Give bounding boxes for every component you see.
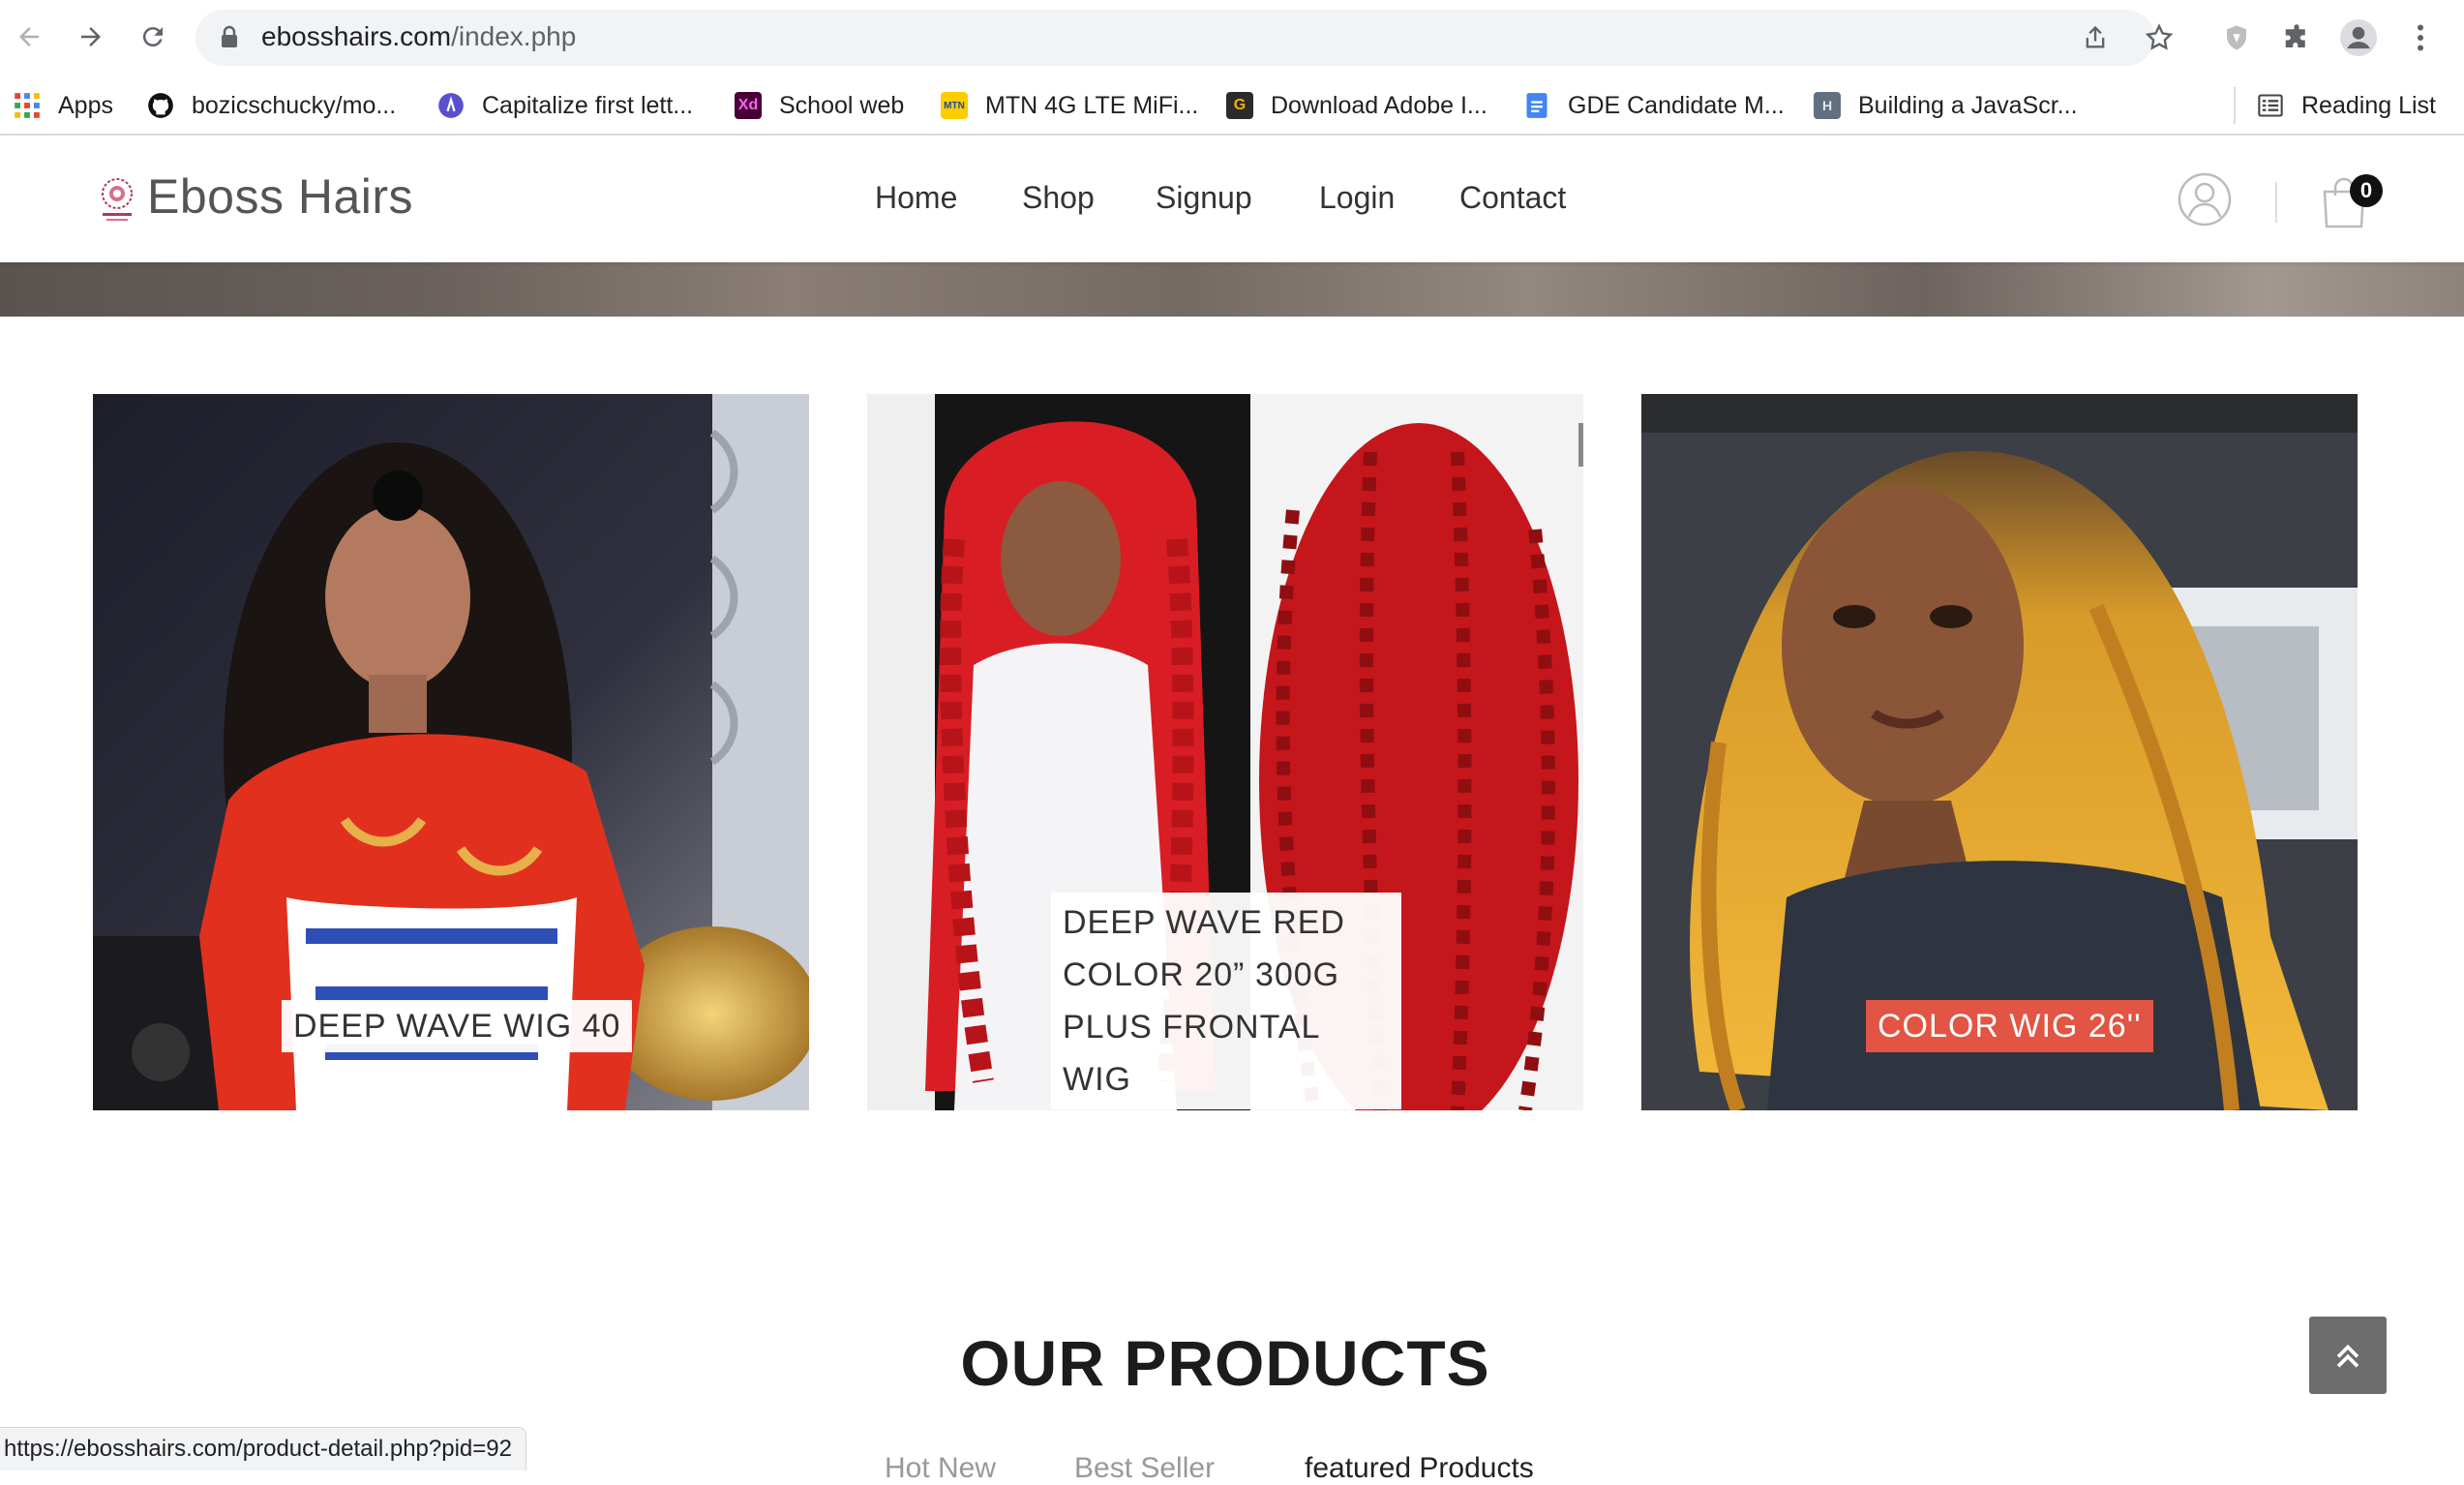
apps-grid-icon [15, 93, 40, 118]
banner-label-highlighted[interactable]: COLOR WIG 26'' [1866, 1000, 2153, 1052]
banner-deep-wave-red[interactable]: DEEP WAVE RED COLOR 20” 300G PLUS FRONTA… [867, 394, 1583, 1110]
bookmark-apps[interactable]: Apps [14, 89, 113, 122]
banner-color-wig-26[interactable]: COLOR WIG 26'' [1641, 394, 2358, 1110]
nav-signup[interactable]: Signup [1156, 180, 1252, 216]
reload-icon[interactable] [134, 17, 172, 56]
url-path: /index.php [451, 21, 577, 51]
profile-avatar-icon[interactable] [2340, 19, 2377, 56]
mtn-icon: MTN [941, 92, 968, 119]
hashnode-icon: H [1814, 92, 1841, 119]
bookmark-label: Capitalize first lett... [482, 91, 694, 119]
back-icon[interactable] [10, 17, 48, 56]
banner-label-line: DEEP WAVE RED [1063, 904, 1345, 941]
adobe-xd-icon: Xd [735, 92, 762, 119]
cart-count-badge: 0 [2350, 174, 2383, 207]
section-title-our-products: OUR PRODUCTS [960, 1327, 1490, 1399]
g-icon: G [1226, 92, 1253, 119]
browser-menu-icon[interactable] [2402, 19, 2439, 56]
google-docs-icon [1526, 93, 1548, 118]
reading-list-label: Reading List [2301, 91, 2436, 119]
bookmark-star-icon[interactable] [2141, 19, 2178, 56]
nav-shop[interactable]: Shop [1022, 180, 1095, 216]
link-status-bar: https://ebosshairs.com/product-detail.ph… [0, 1427, 526, 1470]
bookmark-label: School web [779, 91, 905, 119]
bookmark-capitalize[interactable]: Capitalize first lett... [437, 89, 693, 122]
header-divider [2275, 182, 2277, 223]
banner-label-line: COLOR 20” 300G [1063, 956, 1340, 993]
bookmark-label: MTN 4G LTE MiFi... [985, 91, 1199, 119]
bookmarks-bar: Apps bozicschucky/mo... Capitalize first… [0, 76, 2464, 136]
github-icon [148, 93, 173, 118]
bookmark-github[interactable]: bozicschucky/mo... [147, 89, 396, 122]
extensions-puzzle-icon[interactable] [2278, 19, 2315, 56]
forward-icon[interactable] [72, 17, 110, 56]
bookmarks-separator [2234, 87, 2236, 124]
shield-extension-icon[interactable] [2218, 19, 2255, 56]
browser-toolbar: ebosshairs.com/index.php [0, 0, 2464, 76]
lock-icon [222, 25, 237, 47]
user-account-icon[interactable] [2178, 172, 2232, 227]
site-header: Eboss Hairs Home Shop Signup Login Conta… [0, 136, 2464, 262]
bookmark-school-web[interactable]: Xd School web [735, 89, 904, 122]
bookmark-gde[interactable]: GDE Candidate M... [1523, 89, 1785, 122]
banner-label[interactable]: DEEP WAVE WIG 40 [282, 1000, 633, 1052]
bookmark-label: Download Adobe I... [1271, 91, 1487, 119]
share-icon[interactable] [2077, 19, 2114, 56]
nav-contact[interactable]: Contact [1459, 180, 1566, 216]
nav-home[interactable]: Home [875, 180, 957, 216]
bookmark-label: GDE Candidate M... [1568, 91, 1785, 119]
url-text[interactable]: ebosshairs.com/index.php [261, 21, 576, 52]
tab-hot-new[interactable]: Hot New [885, 1452, 996, 1485]
double-chevron-up-icon [2336, 1344, 2359, 1368]
brand-name[interactable]: Eboss Hairs [147, 168, 413, 225]
bookmark-label: Building a JavaScr... [1858, 91, 2078, 119]
brand-logo-icon[interactable] [95, 174, 139, 223]
nav-login[interactable]: Login [1319, 180, 1395, 216]
banner-deep-wave-wig-40[interactable]: DEEP WAVE WIG 40 [93, 394, 809, 1110]
bookmark-download-adobe[interactable]: G Download Adobe I... [1226, 89, 1487, 122]
scroll-to-top-button[interactable] [2309, 1317, 2387, 1394]
bookmark-label: Apps [58, 91, 113, 119]
banner-label-multiline[interactable]: DEEP WAVE RED COLOR 20” 300G PLUS FRONTA… [1051, 893, 1401, 1109]
bookmark-label: bozicschucky/mo... [192, 91, 397, 119]
reading-list-icon [2258, 94, 2283, 117]
bookmark-mtn[interactable]: MTN MTN 4G LTE MiFi... [941, 89, 1198, 122]
tab-best-seller[interactable]: Best Seller [1074, 1452, 1215, 1485]
hero-slider-bottom [0, 262, 2464, 317]
tab-featured-products[interactable]: featured Products [1305, 1452, 1534, 1485]
banner-label-line: PLUS FRONTAL WIG [1063, 1009, 1320, 1098]
bookmark-building-js[interactable]: H Building a JavaScr... [1814, 89, 2078, 122]
url-domain: ebosshairs.com [261, 21, 452, 51]
reading-list-button[interactable]: Reading List [2257, 89, 2436, 122]
codepen-icon [438, 93, 464, 118]
